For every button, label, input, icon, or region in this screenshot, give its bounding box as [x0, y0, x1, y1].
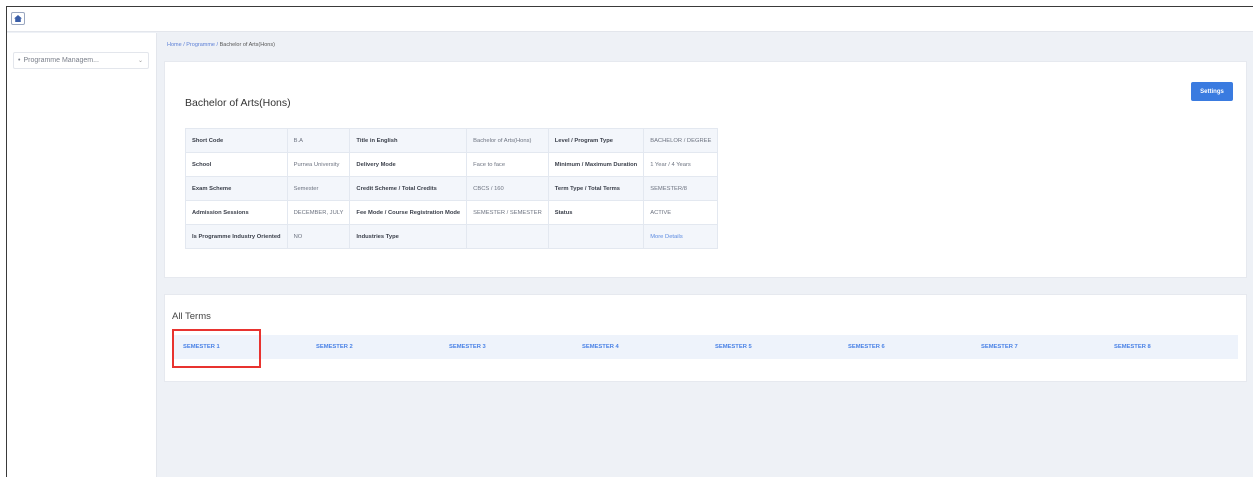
all-terms-panel: All Terms SEMESTER 1 SEMESTER 2 SEMESTER 3…: [164, 294, 1247, 382]
bullet-icon: •: [18, 57, 21, 64]
detail-value: NO: [286, 224, 351, 249]
top-bar: [7, 7, 1253, 32]
breadcrumb-home[interactable]: Home: [167, 42, 182, 48]
detail-label: School: [185, 152, 288, 177]
detail-label: [547, 224, 645, 249]
sidebar: • Programme Managem... ⌄: [7, 33, 157, 477]
detail-label: Fee Mode / Course Registration Mode: [349, 200, 468, 225]
detail-value: ACTIVE: [643, 200, 719, 225]
detail-value: B.A: [286, 128, 351, 153]
detail-value: 1 Year / 4 Years: [643, 152, 719, 177]
sidebar-item-programme-management[interactable]: • Programme Managem... ⌄: [13, 52, 149, 69]
detail-value: Bachelor of Arts(Hons): [466, 128, 549, 153]
home-button[interactable]: [11, 12, 25, 25]
detail-label: Short Code: [185, 128, 288, 153]
home-icon: [14, 15, 22, 22]
page-title: Bachelor of Arts(Hons): [185, 97, 291, 109]
breadcrumb-current: Bachelor of Arts(Hons): [219, 42, 275, 48]
details-row: School Purnea University Delivery Mode Face…: [185, 152, 719, 177]
detail-label: Exam Scheme: [185, 176, 288, 201]
detail-label: Title in English: [349, 128, 468, 153]
detail-label: Is Programme Industry Oriented: [185, 224, 288, 249]
details-row: Is Programme Industry Oriented NO Industri…: [185, 224, 719, 249]
more-details-link[interactable]: More Details: [643, 224, 719, 249]
terms-title: All Terms: [172, 311, 211, 322]
detail-value: CBCS / 160: [466, 176, 549, 201]
detail-value: Purnea University: [286, 152, 351, 177]
detail-value: Semester: [286, 176, 351, 201]
tab-semester-8[interactable]: SEMESTER 8: [1103, 344, 1236, 350]
detail-label: Industries Type: [349, 224, 468, 249]
tab-semester-3[interactable]: SEMESTER 3: [438, 344, 571, 350]
programme-details-panel: Settings Bachelor of Arts(Hons) Short Co…: [164, 61, 1247, 278]
detail-label: Level / Program Type: [547, 128, 645, 153]
detail-value: SEMESTER / SEMESTER: [466, 200, 549, 225]
detail-label: Delivery Mode: [349, 152, 468, 177]
programme-details-table: Short Code B.A Title in English Bachelor of…: [185, 128, 719, 249]
breadcrumb: Home / Programme / Bachelor of Arts(Hons…: [167, 42, 275, 48]
detail-label: Status: [547, 200, 645, 225]
tab-semester-4[interactable]: SEMESTER 4: [571, 344, 704, 350]
detail-label: Term Type / Total Terms: [547, 176, 645, 201]
detail-label: Admission Sessions: [185, 200, 288, 225]
tab-semester-7[interactable]: SEMESTER 7: [970, 344, 1103, 350]
tab-semester-1[interactable]: SEMESTER 1: [172, 344, 305, 350]
detail-value: BACHELOR / DEGREE: [643, 128, 719, 153]
chevron-down-icon: ⌄: [137, 58, 143, 64]
detail-label: Credit Scheme / Total Credits: [349, 176, 468, 201]
detail-value: DECEMBER, JULY: [286, 200, 351, 225]
terms-tab-bar: SEMESTER 1 SEMESTER 2 SEMESTER 3 SEMESTER 4…: [172, 335, 1238, 359]
details-row: Exam Scheme Semester Credit Scheme / Total…: [185, 176, 719, 201]
breadcrumb-programme[interactable]: Programme: [186, 42, 215, 48]
settings-button[interactable]: Settings: [1191, 82, 1233, 101]
details-row: Short Code B.A Title in English Bachelor of…: [185, 128, 719, 153]
sidebar-item-label: Programme Managem...: [23, 57, 99, 64]
tab-semester-5[interactable]: SEMESTER 5: [704, 344, 837, 350]
details-row: Admission Sessions DECEMBER, JULY Fee Mode…: [185, 200, 719, 225]
tab-semester-2[interactable]: SEMESTER 2: [305, 344, 438, 350]
detail-value: Face to face: [466, 152, 549, 177]
detail-label: Minimum / Maximum Duration: [547, 152, 645, 177]
detail-value: [466, 224, 549, 249]
detail-value: SEMESTER/8: [643, 176, 719, 201]
tab-semester-6[interactable]: SEMESTER 6: [837, 344, 970, 350]
